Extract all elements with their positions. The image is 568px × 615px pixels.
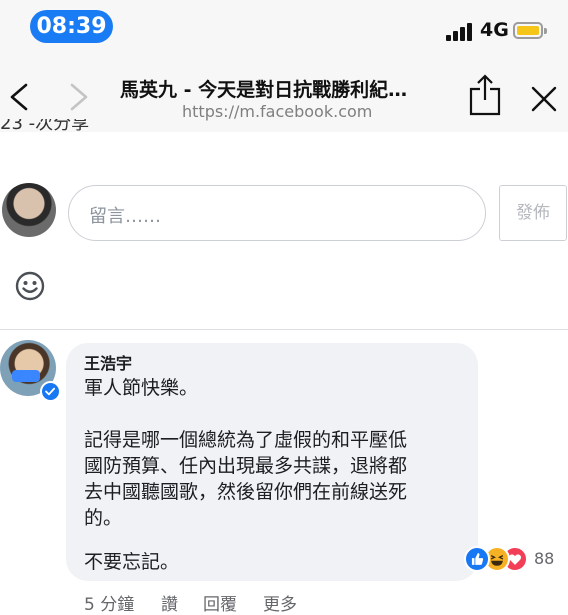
comment-text-line: 國防預算、任內出現最多共諜，退將都 [84, 455, 408, 477]
page-url[interactable]: https://m.facebook.com [182, 102, 372, 121]
previous-content-cutoff: 23 -次分享 [0, 119, 90, 133]
comment-text-line: 去中國聽國歌，然後留你們在前線送死 [84, 481, 408, 503]
smiley-icon[interactable] [14, 270, 46, 302]
comment-author[interactable]: 王浩宇 [84, 350, 132, 374]
post-button[interactable]: 發佈 [499, 185, 567, 241]
current-user-avatar[interactable] [2, 183, 56, 237]
divider [0, 329, 568, 330]
battery-icon [513, 22, 547, 39]
cellular-signal-icon [446, 23, 474, 41]
verified-badge-icon [40, 381, 61, 402]
comment-timestamp[interactable]: 5 分鐘 [84, 590, 134, 615]
reaction-summary[interactable]: 88 [464, 546, 564, 574]
forward-icon[interactable] [64, 82, 92, 112]
reply-link[interactable]: 回覆 [203, 590, 237, 615]
comment-text-line: 軍人節快樂。 [84, 377, 199, 399]
status-bar: 08:39 4G [0, 0, 568, 56]
comment-input[interactable]: 留言…… [68, 185, 486, 241]
comment-text-line: 記得是哪一個總統為了虛假的和平壓低 [84, 429, 408, 451]
more-link[interactable]: 更多 [263, 590, 297, 615]
back-icon[interactable] [6, 82, 34, 112]
status-time[interactable]: 08:39 [30, 10, 113, 43]
close-icon[interactable] [530, 85, 558, 113]
share-icon[interactable] [468, 74, 502, 116]
network-type: 4G [480, 19, 509, 41]
page-title: 馬英九 - 今天是對日抗戰勝利紀… [120, 79, 408, 101]
comment-text-line: 的。 [84, 507, 123, 529]
like-link[interactable]: 讚 [161, 590, 178, 615]
reaction-count: 88 [534, 549, 555, 568]
comment-text-line: 不要忘記。 [84, 551, 180, 573]
like-reaction-icon [464, 546, 490, 572]
